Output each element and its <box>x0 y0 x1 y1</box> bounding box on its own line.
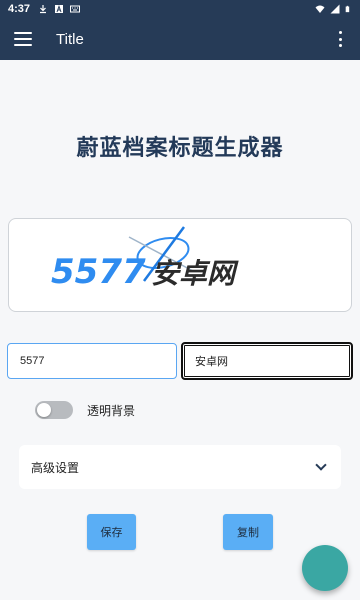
download-icon <box>40 5 47 14</box>
title-preview-card: 5577 安卓网 <box>8 218 352 312</box>
battery-icon <box>345 5 350 13</box>
chevron-down-icon <box>315 459 327 471</box>
transparent-bg-toggle[interactable] <box>35 401 73 419</box>
preview-right-text: 安卓网 <box>151 257 239 290</box>
hamburger-menu-icon[interactable] <box>14 32 32 46</box>
copy-button[interactable]: 复制 <box>223 514 273 550</box>
app-bar: Title <box>0 18 360 60</box>
transparent-bg-row: 透明背景 <box>35 401 135 419</box>
save-button[interactable]: 保存 <box>87 514 136 550</box>
left-text-input[interactable]: 5577 <box>7 343 177 379</box>
page-title: 蔚蓝档案标题生成器 <box>76 136 284 161</box>
keyboard-icon <box>70 5 81 13</box>
wifi-icon <box>315 5 325 13</box>
floating-action-button[interactable] <box>302 545 348 591</box>
advanced-settings-label: 高级设置 <box>31 460 80 475</box>
status-time: 4:37 <box>8 3 31 15</box>
right-text-input[interactable]: 安卓网 <box>181 342 353 380</box>
transparent-bg-label: 透明背景 <box>87 403 136 418</box>
preview-left-text: 5577 <box>51 252 146 292</box>
a-icon <box>55 5 64 13</box>
status-bar: 4:37 <box>0 0 360 18</box>
advanced-settings-panel[interactable]: 高级设置 <box>19 445 341 489</box>
signal-icon <box>330 4 340 14</box>
more-vert-icon[interactable] <box>334 31 346 47</box>
title-preview-image: 5577 安卓网 <box>51 226 239 292</box>
app-bar-title: Title <box>56 30 84 48</box>
